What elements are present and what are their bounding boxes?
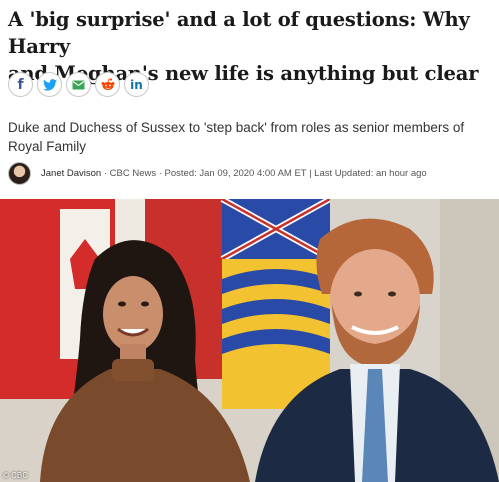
- twitter-icon: [42, 78, 57, 91]
- twitter-share-button[interactable]: [37, 72, 62, 97]
- email-icon: [72, 80, 85, 89]
- byline-text: Janet Davison · CBC News · Posted: Jan 0…: [41, 168, 427, 179]
- facebook-share-button[interactable]: f: [8, 72, 33, 97]
- reddit-icon: [101, 78, 114, 90]
- reddit-share-button[interactable]: [95, 72, 120, 97]
- author-link[interactable]: Janet Davison: [41, 168, 101, 179]
- share-bar: f in: [8, 72, 149, 97]
- linkedin-icon: in: [130, 77, 143, 92]
- byline-meta: · CBC News · Posted: Jan 09, 2020 4:00 A…: [101, 168, 427, 179]
- article-photo: © CBC: [0, 199, 499, 482]
- linkedin-share-button[interactable]: in: [124, 72, 149, 97]
- email-share-button[interactable]: [66, 72, 91, 97]
- author-avatar: [8, 162, 31, 185]
- byline: Janet Davison · CBC News · Posted: Jan 0…: [8, 162, 427, 185]
- photo-credit: © CBC: [3, 471, 29, 480]
- article-subtitle: Duke and Duchess of Sussex to 'step back…: [8, 120, 465, 154]
- facebook-icon: f: [17, 76, 24, 93]
- photo-illustration: [0, 199, 499, 482]
- headline-line-1: A 'big surprise' and a lot of questions:…: [8, 8, 470, 58]
